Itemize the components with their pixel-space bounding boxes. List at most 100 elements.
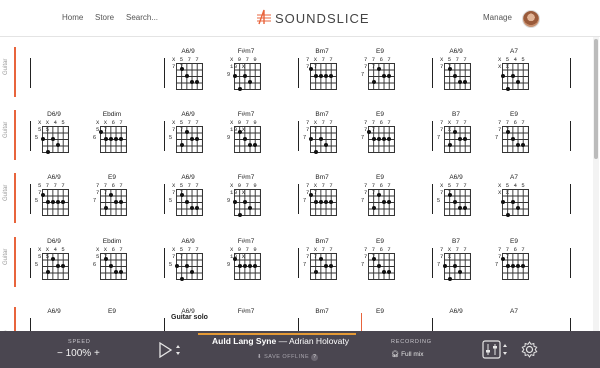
finger-dot (510, 263, 515, 268)
finger-dot (382, 136, 387, 141)
finger-dot (521, 263, 526, 268)
chord-name: F#m7 (237, 174, 255, 181)
finger-dot (56, 263, 61, 268)
fretboard-grid (234, 63, 261, 90)
nav-home-link[interactable]: Home (62, 13, 83, 22)
fret-number: 5 (169, 198, 173, 204)
recording-value: Full mix (401, 351, 424, 358)
play-icon[interactable] (158, 342, 182, 358)
fret-number: 9 (227, 72, 231, 78)
track-label: Guitar (0, 110, 16, 160)
barline (570, 248, 571, 278)
barline (570, 121, 571, 151)
fret-number: 5 (169, 262, 173, 268)
finger-dot (442, 263, 447, 268)
finger-dot (179, 67, 184, 71)
fret-number: 7 (303, 198, 307, 204)
chord-name: Bm7 (315, 174, 329, 181)
nav-store-link[interactable]: Store (95, 13, 114, 22)
headphones-icon: 🎧︎ (391, 351, 400, 358)
scrollbar-thumb[interactable] (594, 39, 598, 159)
barline (298, 121, 299, 151)
finger-dot (61, 263, 66, 268)
fret-number: 6 (93, 135, 97, 141)
barline (298, 58, 299, 88)
speed-control[interactable]: − 100% + (57, 348, 100, 359)
nav-manage-link[interactable]: Manage (483, 13, 512, 22)
finger-dot (452, 263, 457, 268)
chord-name: A7 (510, 308, 518, 315)
barline (432, 318, 433, 331)
finger-dot (376, 193, 381, 197)
finger-dot (382, 199, 387, 204)
finger-dot (447, 193, 452, 197)
download-icon: ⬇ (257, 354, 263, 360)
barline (30, 121, 31, 151)
finger-dot (50, 136, 55, 141)
fretboard-grid (234, 189, 261, 216)
speed-label: SPEED (68, 339, 91, 345)
notation-area[interactable]: GuitarA6/9X 5 7 7 7 7F#m7X 9 7 9 10 X9Bm… (0, 37, 592, 331)
fret-number: 7 (437, 262, 441, 268)
finger-dot (308, 136, 313, 141)
finger-dot (452, 199, 457, 204)
chord-name: Ebdim (102, 238, 122, 245)
barline (298, 184, 299, 214)
chord-name: Bm7 (315, 308, 329, 315)
chord-name: B7 (452, 111, 460, 118)
barline (164, 248, 165, 278)
playback-cursor[interactable] (361, 313, 362, 331)
chord-name: Bm7 (315, 238, 329, 245)
finger-dot (45, 149, 50, 154)
finger-dot (510, 199, 515, 204)
recording-label: RECORDING (391, 339, 432, 345)
chord-name: E9 (376, 48, 384, 55)
chord-name: E9 (510, 111, 518, 118)
vertical-scrollbar[interactable] (593, 37, 599, 331)
fret-number: 6 (93, 262, 97, 268)
finger-dot (313, 73, 318, 78)
barline (164, 121, 165, 151)
finger-dot (329, 73, 334, 78)
track-label-text: Guitar (3, 248, 9, 265)
mixer-icon[interactable] (482, 340, 510, 360)
chord-name: E9 (108, 174, 116, 181)
fret-number: 7 (361, 262, 365, 268)
help-icon[interactable]: ? (311, 354, 319, 361)
finger-dot (500, 199, 505, 204)
chord-name: E9 (376, 308, 384, 315)
finger-dot (500, 257, 505, 261)
progress-bar[interactable] (198, 333, 356, 335)
finger-dot (119, 199, 124, 204)
finger-dot (376, 136, 381, 141)
finger-dot (447, 143, 452, 147)
barline (432, 121, 433, 151)
chord-name: A6/9 (449, 48, 463, 55)
chord-name: D6/9 (47, 238, 61, 245)
barline (570, 58, 571, 88)
finger-dot (174, 263, 179, 268)
barline (30, 318, 31, 331)
finger-dot (458, 136, 463, 141)
save-offline-button[interactable]: ⬇ SAVE OFFLINE ? (257, 354, 319, 361)
track-label: G (0, 307, 16, 331)
finger-dot (447, 67, 452, 71)
recording-selector[interactable]: 🎧︎ Full mix (391, 350, 423, 358)
finger-dot (324, 73, 329, 78)
user-avatar[interactable] (522, 10, 540, 28)
fret-number: 7 (93, 198, 97, 204)
finger-dot (308, 67, 313, 71)
settings-gear-icon[interactable] (521, 341, 538, 358)
chord-name: F#m7 (237, 48, 255, 55)
finger-dot (237, 263, 242, 268)
nav-search-link[interactable]: Search... (126, 13, 158, 22)
finger-dot (329, 199, 334, 204)
finger-dot (248, 263, 253, 268)
save-offline-label: SAVE OFFLINE (264, 354, 310, 360)
soundslice-logo[interactable]: SOUNDSLICE (256, 8, 370, 28)
finger-dot (242, 199, 247, 204)
finger-dot (505, 212, 510, 217)
barline (30, 248, 31, 278)
finger-dot (40, 136, 45, 141)
finger-dot (40, 193, 45, 197)
